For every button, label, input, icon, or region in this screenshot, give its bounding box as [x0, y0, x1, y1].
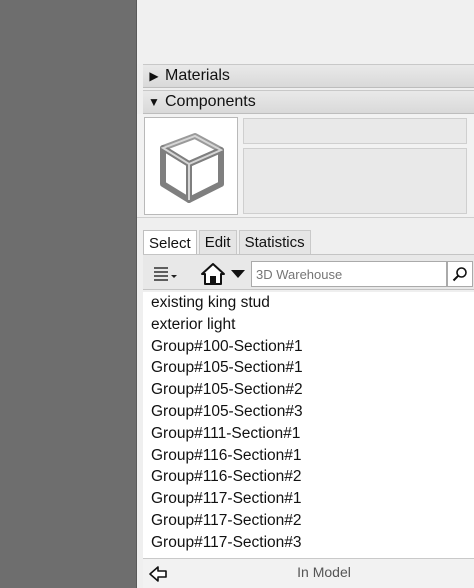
components-tabs: Select Edit Statistics	[143, 230, 313, 255]
list-item[interactable]: Group#116-Section#2	[143, 466, 474, 488]
component-name-field	[243, 118, 467, 144]
triangle-right-icon: ▶	[149, 69, 159, 83]
component-thumbnail[interactable]	[144, 117, 238, 215]
magnifier-icon	[452, 267, 467, 282]
list-item[interactable]: Group#117-Section#3	[143, 532, 474, 554]
components-toolbar	[143, 254, 474, 290]
list-item[interactable]: Group#105-Section#3	[143, 401, 474, 423]
materials-panel-title: Materials	[165, 67, 230, 84]
list-item[interactable]: Group#105-Section#2	[143, 379, 474, 401]
tab-statistics[interactable]: Statistics	[238, 230, 311, 254]
house-icon	[201, 263, 225, 285]
collection-label: In Model	[297, 564, 351, 580]
tray-empty-area	[137, 0, 474, 64]
cube-icon	[160, 133, 224, 203]
materials-panel-header[interactable]: ▶ Materials	[143, 64, 474, 88]
components-panel-header[interactable]: ▼ Components	[143, 90, 474, 114]
list-item[interactable]: Group#100-Section#1	[143, 336, 474, 358]
list-item[interactable]: Group#116-Section#1	[143, 445, 474, 467]
list-item[interactable]: existing king stud	[143, 292, 474, 314]
home-button[interactable]	[199, 261, 227, 287]
list-item[interactable]: Group#117-Section#1	[143, 488, 474, 510]
tab-select[interactable]: Select	[143, 230, 197, 255]
tab-edit[interactable]: Edit	[198, 230, 237, 254]
list-item[interactable]: Group#105-Section#1	[143, 357, 474, 379]
view-options-button[interactable]	[151, 261, 179, 287]
viewport-edge	[0, 0, 136, 588]
components-panel-title: Components	[165, 93, 256, 110]
list-item[interactable]: Group#111-Section#1	[143, 423, 474, 445]
triangle-down-icon	[231, 270, 245, 278]
component-description-field	[243, 148, 467, 214]
triangle-down-icon: ▼	[148, 95, 160, 109]
components-status-bar: In Model	[143, 558, 474, 588]
search-input[interactable]	[251, 261, 447, 287]
list-item[interactable]: Group#117-Section#2	[143, 510, 474, 532]
search-button[interactable]	[447, 261, 473, 287]
list-view-icon	[154, 267, 177, 281]
list-item[interactable]: exterior light	[143, 314, 474, 336]
components-list: existing king stud exterior light Group#…	[143, 292, 474, 558]
component-preview-area	[137, 114, 474, 218]
default-tray: ▶ Materials ▼ Components Select Edit Sta…	[136, 0, 474, 588]
navigation-dropdown-button[interactable]	[229, 261, 247, 287]
